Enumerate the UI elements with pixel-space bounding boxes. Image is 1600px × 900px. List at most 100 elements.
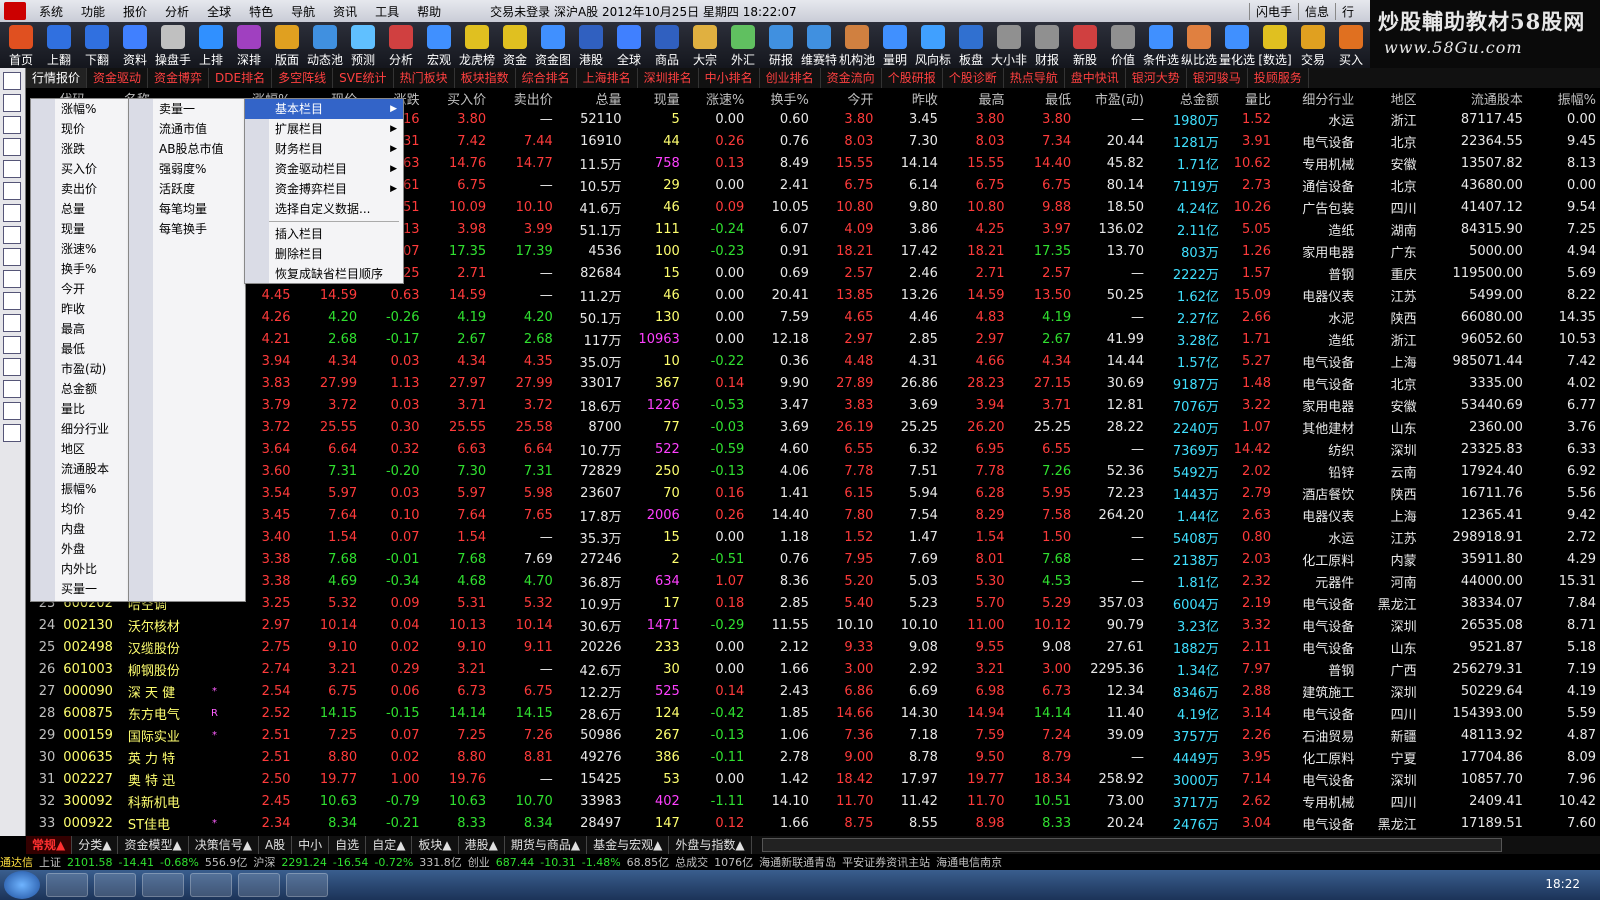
- taskbar-app-chat[interactable]: [238, 873, 280, 897]
- table-row[interactable]: 17600497驰宏锌锗3.607.31-0.207.307.317282925…: [26, 460, 1600, 482]
- toolbar-button-10[interactable]: 分析: [382, 24, 420, 68]
- toolbar-button-19[interactable]: 外汇: [724, 24, 762, 68]
- toolbar-button-1[interactable]: 上翻: [40, 24, 78, 68]
- menu1-item-12[interactable]: 最低: [31, 339, 129, 359]
- toolbar-button-2[interactable]: 下翻: [78, 24, 116, 68]
- table-row[interactable]: 26 601003 柳钢股份 2.74 3.21 0.29 3.21 — 42.6万 30 0.00…: [26, 658, 1600, 680]
- column-header[interactable]: 买入价: [424, 88, 491, 108]
- menu1-item-20[interactable]: 均价: [31, 499, 129, 519]
- menu3-item-6[interactable]: 插入栏目: [245, 224, 403, 244]
- table-row[interactable]: 15002372伟星新材3.7225.550.3025.5525.5887007…: [26, 416, 1600, 438]
- quote-button[interactable]: 行: [1334, 2, 1360, 20]
- taskbar-app-tdx[interactable]: [142, 873, 184, 897]
- menu2-item-6[interactable]: 每笔换手: [129, 219, 245, 239]
- table-row[interactable]: 11600567山鹰纸业4.212.68-0.172.672.68117万109…: [26, 328, 1600, 350]
- bottom-tab-4[interactable]: A股: [259, 836, 293, 854]
- toolbar-button-17[interactable]: 商品: [648, 24, 686, 68]
- toolbar-button-11[interactable]: 宏观: [420, 24, 458, 68]
- left-tool-icon-1[interactable]: [3, 94, 21, 112]
- toolbar-button-4[interactable]: 操盘手: [154, 24, 192, 68]
- bottom-tab-2[interactable]: 资金模型▲: [118, 836, 189, 854]
- table-row[interactable]: 29 000159 国际实业 * 2.51 7.25 0.07 7.25 7.26 50986 26…: [26, 724, 1600, 746]
- bottom-tab-1[interactable]: 分类▲: [72, 836, 119, 854]
- menu-news[interactable]: 资讯: [324, 3, 366, 20]
- taskbar-app-browser[interactable]: [94, 873, 136, 897]
- tab-20[interactable]: 投顾服务: [1248, 68, 1309, 88]
- taskbar-app-explorer[interactable]: [46, 873, 88, 897]
- taskbar-app-media[interactable]: [190, 873, 232, 897]
- menu-help[interactable]: 帮助: [408, 3, 450, 20]
- bottom-tab-11[interactable]: 基金与宏观▲: [587, 836, 670, 854]
- toolbar-button-14[interactable]: 资金图: [534, 24, 572, 68]
- menu1-item-1[interactable]: 现价: [31, 119, 129, 139]
- left-tool-icon-13[interactable]: [3, 358, 21, 376]
- menu1-item-2[interactable]: 涨跌: [31, 139, 129, 159]
- toolbar-button-21[interactable]: 维赛特: [800, 24, 838, 68]
- menu3-item-4[interactable]: 资金搏弈栏目 ▶: [245, 179, 403, 199]
- toolbar-button-12[interactable]: 龙虎榜: [458, 24, 496, 68]
- table-row[interactable]: 25 002498 汉缆股份 2.75 9.10 0.02 9.10 9.11 20226 233…: [26, 636, 1600, 658]
- tab-7[interactable]: 板块指数: [455, 68, 516, 88]
- column-header[interactable]: 市盈(动): [1075, 88, 1148, 108]
- toolbar-button-34[interactable]: 交易: [1294, 24, 1332, 68]
- menu-system[interactable]: 系统: [30, 3, 72, 20]
- toolbar-button-35[interactable]: 买入: [1332, 24, 1370, 68]
- toolbar-button-7[interactable]: 版面: [268, 24, 306, 68]
- toolbar-button-31[interactable]: 纵比选: [1180, 24, 1218, 68]
- toolbar-button-15[interactable]: 港股: [572, 24, 610, 68]
- menu3-item-5[interactable]: 选择自定义数据...: [245, 199, 403, 219]
- menu1-item-15[interactable]: 量比: [31, 399, 129, 419]
- bottom-tab-7[interactable]: 自定▲: [366, 836, 413, 854]
- table-row[interactable]: 9002214大立科技4.4514.590.6314.59—11.2万460.0…: [26, 284, 1600, 306]
- left-tool-icon-15[interactable]: [3, 402, 21, 420]
- toolbar-button-13[interactable]: 资金: [496, 24, 534, 68]
- tab-10[interactable]: 深圳排名: [638, 68, 699, 88]
- horizontal-scrollbar[interactable]: [761, 838, 1502, 852]
- left-tool-icon-2[interactable]: [3, 116, 21, 134]
- table-row[interactable]: 22600171上海贝岭3.384.69-0.344.684.7036.8万63…: [26, 570, 1600, 592]
- column-header[interactable]: 细分行业: [1275, 88, 1358, 108]
- tab-15[interactable]: 个股诊断: [943, 68, 1004, 88]
- toolbar-button-26[interactable]: 大小非: [990, 24, 1028, 68]
- menu3-item-7[interactable]: 删除栏目: [245, 244, 403, 264]
- table-row[interactable]: 32 300092 科新机电 2.45 10.63 -0.79 10.63 10.70 3398…: [26, 790, 1600, 812]
- table-row[interactable]: 10600720祁连山4.264.20-0.264.194.2050.1万130…: [26, 306, 1600, 328]
- table-row[interactable]: 16002087新野纺织3.646.640.326.636.6410.7万522…: [26, 438, 1600, 460]
- column-header[interactable]: 现量: [626, 88, 684, 108]
- toolbar-button-3[interactable]: 资料: [116, 24, 154, 68]
- menu-function[interactable]: 功能: [72, 3, 114, 20]
- column-header[interactable]: 总金额: [1148, 88, 1223, 108]
- tab-18[interactable]: 银河大势: [1126, 68, 1187, 88]
- column-header[interactable]: 今开: [813, 88, 878, 108]
- toolbar-button-28[interactable]: 新股: [1066, 24, 1104, 68]
- toolbar-button-8[interactable]: 动态池: [306, 24, 344, 68]
- tab-4[interactable]: 多空阵线: [272, 68, 334, 88]
- left-tool-icon-6[interactable]: [3, 204, 21, 222]
- tab-11[interactable]: 中小排名: [699, 68, 760, 88]
- menu3-item-3[interactable]: 资金驱动栏目 ▶: [245, 159, 403, 179]
- menu2-item-0[interactable]: 卖量一: [129, 99, 245, 119]
- menu-navigate[interactable]: 导航: [282, 3, 324, 20]
- bottom-tab-5[interactable]: 中小: [292, 836, 330, 854]
- table-row[interactable]: 12600875东方电气3.944.340.034.344.3535.0万10-…: [26, 350, 1600, 372]
- tab-1[interactable]: 资金驱动: [87, 68, 149, 88]
- menu1-item-8[interactable]: 换手%: [31, 259, 129, 279]
- tab-5[interactable]: SVE统计: [333, 68, 394, 88]
- table-row[interactable]: 27 000090 深 天 健 * 2.54 6.75 0.06 6.73 6.75 12.2万 5…: [26, 680, 1600, 702]
- table-row[interactable]: 19600071凤凰光学3.457.640.107.647.6517.8万200…: [26, 504, 1600, 526]
- toolbar-button-9[interactable]: 预测: [344, 24, 382, 68]
- bottom-tab-10[interactable]: 期货与商品▲: [505, 836, 588, 854]
- left-tool-icon-14[interactable]: [3, 380, 21, 398]
- table-row[interactable]: 13002350北京科锐3.8327.991.1327.9727.9933017…: [26, 372, 1600, 394]
- left-tool-icon-9[interactable]: [3, 270, 21, 288]
- bottom-tab-12[interactable]: 外盘与指数▲: [669, 836, 752, 854]
- menu-global[interactable]: 全球: [198, 3, 240, 20]
- menu1-item-11[interactable]: 最高: [31, 319, 129, 339]
- column-header[interactable]: 量比: [1223, 88, 1275, 108]
- start-button-icon[interactable]: [4, 871, 40, 899]
- bottom-tab-9[interactable]: 港股▲: [459, 836, 505, 854]
- flash-trade-button[interactable]: 闪电手: [1248, 2, 1298, 20]
- menu-tools[interactable]: 工具: [366, 3, 408, 20]
- menu2-item-5[interactable]: 每笔均量: [129, 199, 245, 219]
- tab-19[interactable]: 银河骏马: [1187, 68, 1248, 88]
